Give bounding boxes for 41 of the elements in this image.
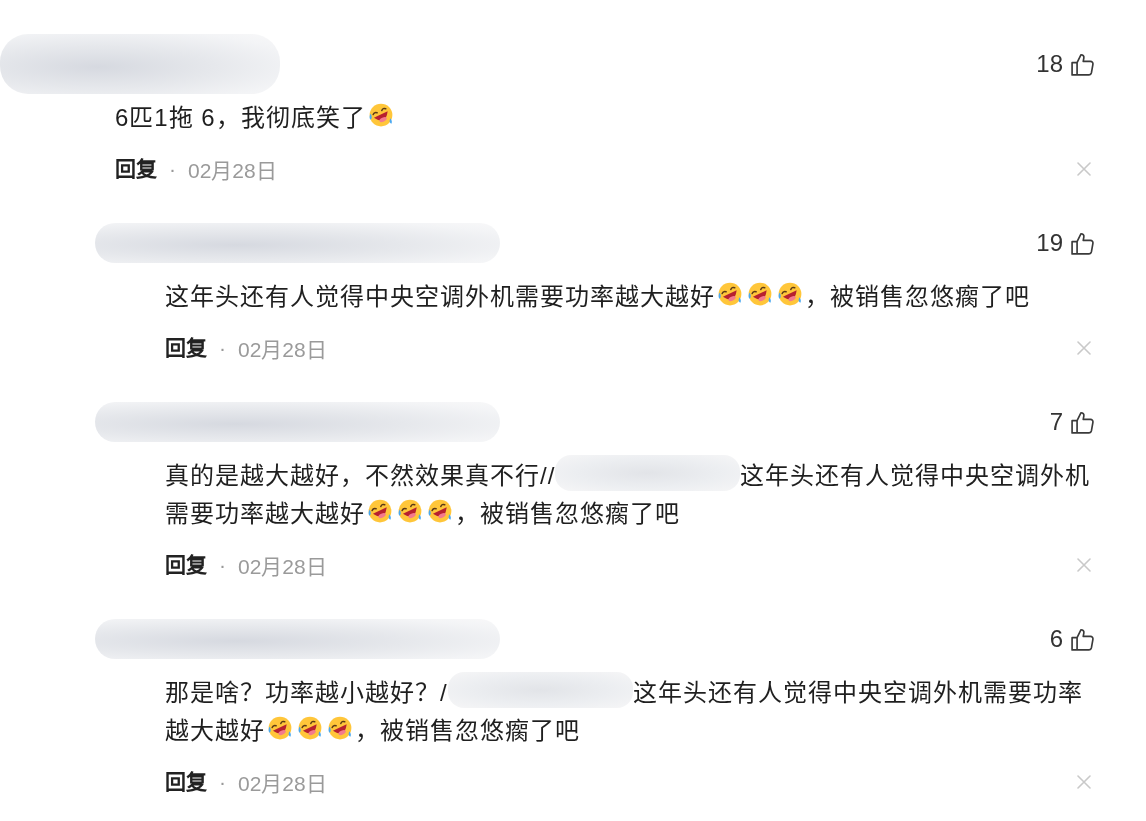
reply-link[interactable]: 回复	[165, 769, 207, 795]
laughing-face-icon	[747, 281, 773, 307]
separator-dot: ·	[219, 770, 226, 794]
reply-link[interactable]: 回复	[165, 552, 207, 578]
separator-dot: ·	[169, 157, 176, 181]
laughing-face-icon	[427, 498, 453, 524]
laughing-face-icon	[267, 715, 293, 741]
laughing-face-icon	[297, 715, 323, 741]
comment-text: ，被销售忽悠瘸了吧	[355, 715, 580, 746]
laughing-face-icon	[367, 498, 393, 524]
comment-date: 02月28日	[238, 771, 327, 797]
comment-date: 02月28日	[238, 337, 327, 363]
laughing-face-icon	[367, 102, 394, 128]
reply-link[interactable]: 回复	[115, 156, 157, 182]
thumbs-up-icon[interactable]	[1070, 409, 1095, 435]
thumbs-up-icon[interactable]	[1070, 230, 1095, 256]
like-count: 7	[1049, 410, 1063, 434]
comment-text: 真的是越大越好，不然效果真不行//	[165, 460, 556, 491]
laughing-face-icon	[327, 715, 353, 741]
thumbs-up-icon[interactable]	[1070, 626, 1095, 652]
comment-text: 这年头还有人觉得中央空调外机需要功率	[632, 677, 1083, 708]
comment-text: 越大越好	[165, 715, 265, 746]
reply-link[interactable]: 回复	[165, 335, 207, 361]
separator-dot: ·	[219, 553, 226, 577]
like-count: 19	[1036, 231, 1063, 255]
comment-date: 02月28日	[238, 554, 327, 580]
comment-text: ，被销售忽悠瘸了吧	[455, 498, 680, 529]
comment-text: 这年头还有人觉得中央空调外机	[740, 460, 1091, 491]
thumbs-up-icon[interactable]	[1070, 51, 1095, 77]
comment-text: 那是啥？功率越小越好？/	[165, 677, 448, 708]
comment-text: 6匹1拖 6，我彻底笑了	[115, 102, 366, 133]
laughing-face-icon	[777, 281, 803, 307]
comment-text: 这年头还有人觉得中央空调外机需要功率越大越好	[165, 281, 715, 312]
like-count: 6	[1049, 627, 1063, 651]
laughing-face-icon	[717, 281, 743, 307]
laughing-face-icon	[397, 498, 423, 524]
comment-text: ，被销售忽悠瘸了吧	[805, 281, 1030, 312]
comment-text: 需要功率越大越好	[165, 498, 365, 529]
like-count: 18	[1036, 52, 1063, 76]
separator-dot: ·	[219, 336, 226, 360]
comment-date: 02月28日	[188, 158, 277, 184]
